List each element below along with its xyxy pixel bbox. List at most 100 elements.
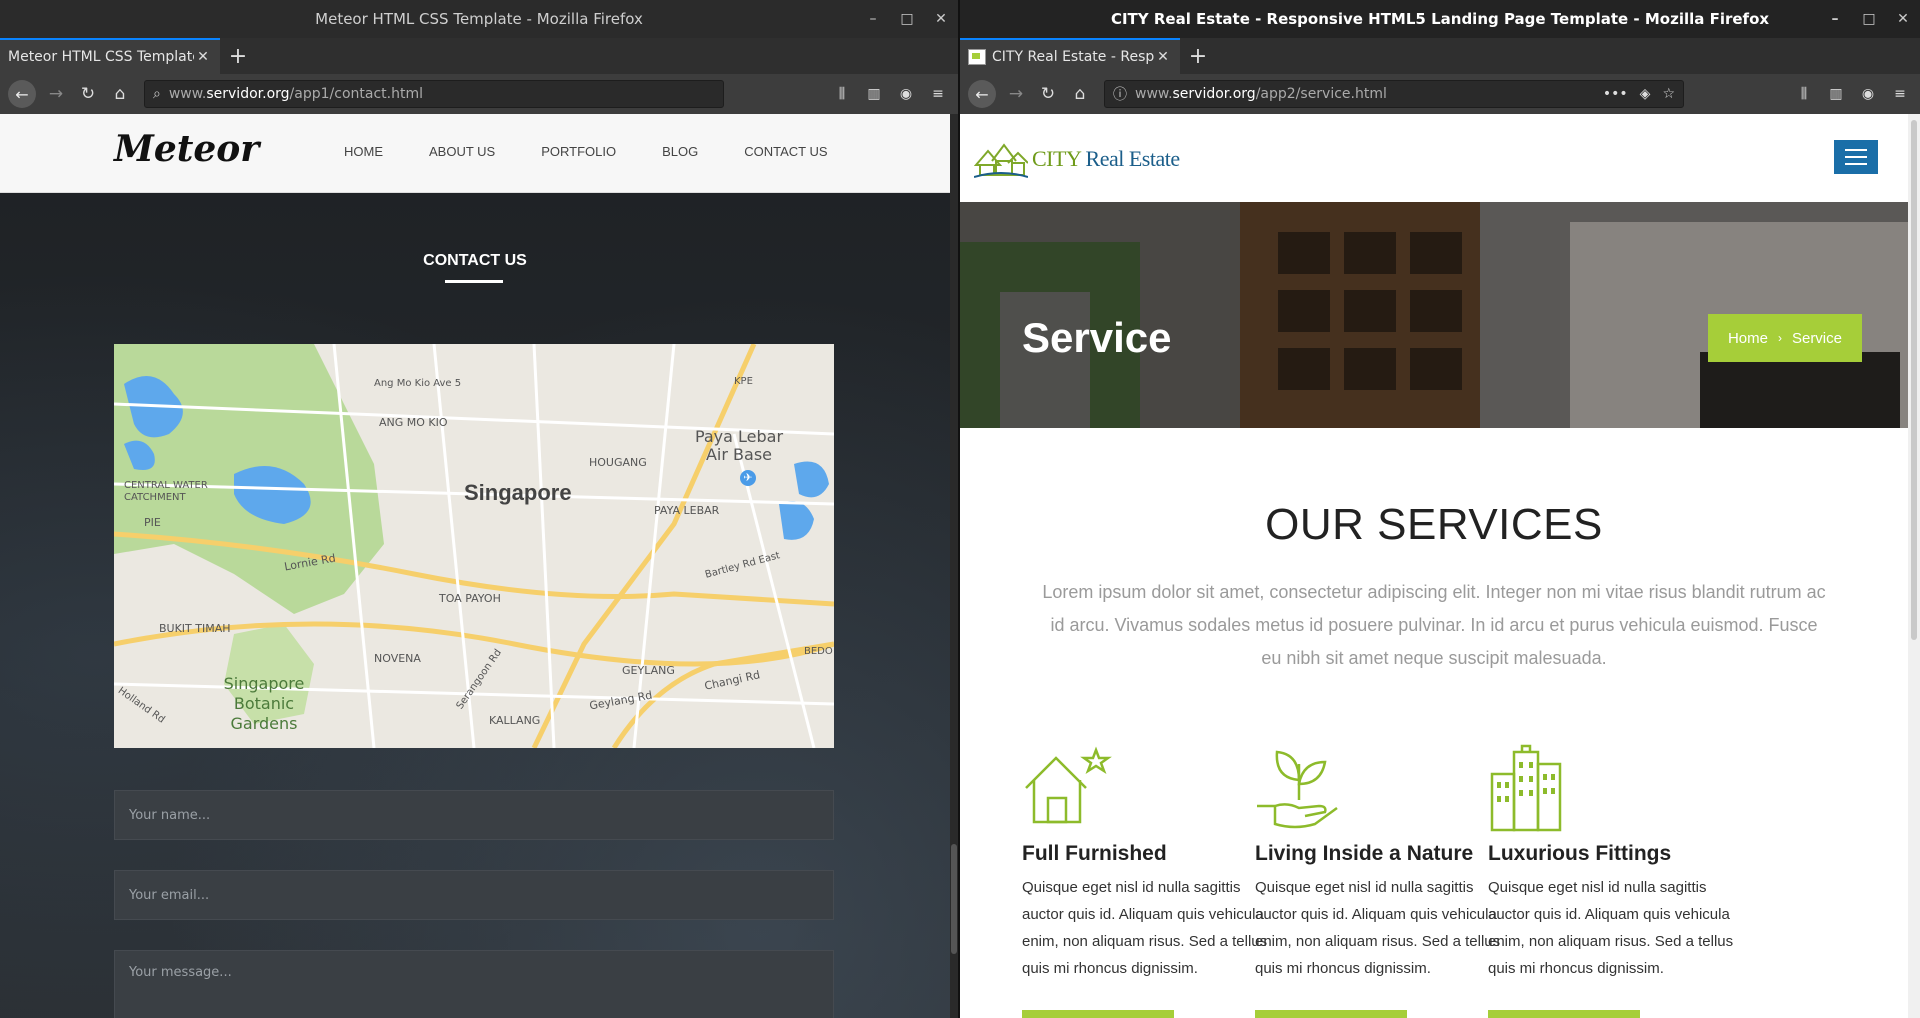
city-page: CITY Real Estate Service Home › Service … [960, 114, 1908, 1018]
maximize-icon[interactable]: □ [1852, 11, 1886, 27]
toolbar-icons: ⫼ ▥ ◉ ≡ [826, 86, 954, 102]
message-field[interactable]: Your message... [114, 950, 834, 1018]
title-underline [445, 280, 503, 283]
window-controls: – □ ✕ [856, 0, 958, 38]
breadcrumb-separator-icon: › [1777, 331, 1782, 345]
sidebar-icon[interactable]: ▥ [1820, 86, 1852, 102]
map-label: PAYA LEBAR [654, 504, 720, 517]
section-title: CONTACT US [423, 252, 527, 269]
forward-arrow-icon[interactable]: → [40, 78, 72, 110]
minimize-icon[interactable]: – [856, 11, 890, 27]
map-label: CENTRAL WATER CATCHMENT [124, 480, 208, 503]
tab-title: CITY Real Estate - Respo [992, 49, 1154, 65]
hamburger-menu-button[interactable] [1834, 140, 1878, 174]
tab-bar: CITY Real Estate - Respo ✕ + [960, 38, 1920, 74]
bookmark-star-icon[interactable]: ☆ [1662, 86, 1675, 102]
more-icon[interactable]: ••• [1603, 86, 1628, 102]
logo-real-estate-text: Real Estate [1080, 146, 1181, 171]
site-logo[interactable]: CITY Real Estate [974, 134, 1180, 184]
account-icon[interactable]: ◉ [890, 86, 922, 102]
hero-banner: Service Home › Service [960, 202, 1908, 428]
site-menu: HOME ABOUT US PORTFOLIO BLOG CONTACT US [344, 144, 828, 159]
info-icon[interactable]: ⓘ [1113, 84, 1127, 104]
service-card: Living Inside a Nature Quisque eget nisl… [1255, 744, 1515, 982]
service-text: Quisque eget nisl id nulla sagittis auct… [1255, 879, 1501, 977]
scrollbar[interactable] [1908, 114, 1920, 1018]
menu-icon[interactable]: ≡ [922, 86, 954, 102]
account-icon[interactable]: ◉ [1852, 86, 1884, 102]
new-tab-icon[interactable]: + [1180, 38, 1216, 74]
nav-bar: ← → ↻ ⌂ ⌕ www. servidor.org/app1/contact.… [0, 74, 958, 115]
map-label: GEYLANG [622, 664, 675, 677]
map-label: Singapore Botanic Gardens [223, 674, 305, 733]
hero-title: Service [1022, 314, 1172, 361]
scrollbar-thumb[interactable] [951, 844, 957, 954]
breadcrumb-home[interactable]: Home [1728, 330, 1768, 347]
map-label: HOUGANG [589, 456, 647, 469]
menu-icon[interactable]: ≡ [1884, 86, 1916, 102]
url-path: /app1/contact.html [289, 86, 423, 102]
close-icon[interactable]: ✕ [1886, 11, 1920, 27]
menu-item-home[interactable]: HOME [344, 144, 383, 159]
url-path: /app2/service.html [1255, 86, 1387, 102]
menu-item-about[interactable]: ABOUT US [429, 144, 495, 159]
scrollbar[interactable] [950, 114, 958, 1018]
toolbar-icons: ⫼ ▥ ◉ ≡ [1788, 86, 1916, 102]
read-more-button[interactable] [1488, 1010, 1640, 1018]
close-icon[interactable]: ✕ [924, 11, 958, 27]
tab-close-icon[interactable]: ✕ [1154, 49, 1172, 65]
map-label: NOVENA [374, 652, 421, 665]
library-icon[interactable]: ⫼ [826, 86, 858, 102]
name-field[interactable]: Your name... [114, 790, 834, 840]
map-label: Ang Mo Kio Ave 5 [374, 378, 462, 389]
map[interactable]: Singapore Ang Mo Kio Ave 5 ANG MO KIO Pa… [114, 344, 834, 748]
home-icon[interactable]: ⌂ [104, 78, 136, 110]
tab-city-real-estate[interactable]: CITY Real Estate - Respo ✕ [960, 38, 1180, 74]
url-bar[interactable]: ⓘ www. servidor.org/app2/service.html •••… [1104, 80, 1684, 108]
map-label: PIE [144, 516, 161, 529]
url-prefix: www. [168, 86, 207, 102]
url-bar[interactable]: ⌕ www. servidor.org/app1/contact.html [144, 80, 724, 108]
site-header: CITY Real Estate [960, 114, 1908, 202]
forward-arrow-icon[interactable]: → [1000, 78, 1032, 110]
menu-item-contact[interactable]: CONTACT US [744, 144, 827, 159]
map-label: KPE [734, 376, 753, 387]
service-title: Luxurious Fittings [1488, 842, 1672, 865]
service-card: Full Furnished Quisque eget nisl id null… [1022, 744, 1282, 982]
minimize-icon[interactable]: – [1818, 11, 1852, 27]
maximize-icon[interactable]: □ [890, 11, 924, 27]
tab-close-icon[interactable]: ✕ [194, 49, 212, 65]
menu-item-portfolio[interactable]: PORTFOLIO [541, 144, 616, 159]
reload-icon[interactable]: ↻ [1032, 78, 1064, 110]
map-label: KALLANG [489, 714, 541, 727]
url-host: servidor.org [206, 86, 290, 102]
title-bar: Meteor HTML CSS Template - Mozilla Firef… [0, 0, 958, 38]
read-more-button[interactable] [1255, 1010, 1407, 1018]
home-icon[interactable]: ⌂ [1064, 78, 1096, 110]
email-field[interactable]: Your email... [114, 870, 834, 920]
pocket-icon[interactable]: ◈ [1640, 86, 1651, 102]
section-description: Lorem ipsum dolor sit amet, consectetur … [1042, 582, 1826, 668]
section-title: OUR SERVICES [1265, 500, 1603, 549]
meteor-page: Meteor HOME ABOUT US PORTFOLIO BLOG CONT… [0, 114, 950, 1018]
tab-meteor[interactable]: Meteor HTML CSS Template ✕ [0, 38, 220, 74]
back-arrow-icon[interactable]: ← [8, 80, 36, 108]
new-tab-icon[interactable]: + [220, 38, 256, 74]
read-more-button[interactable] [1022, 1010, 1174, 1018]
menu-item-blog[interactable]: BLOG [662, 144, 698, 159]
back-arrow-icon[interactable]: ← [968, 80, 996, 108]
map-label: Paya Lebar Air Base [694, 427, 784, 464]
library-icon[interactable]: ⫼ [1788, 86, 1820, 102]
house-star-icon [1025, 746, 1112, 824]
site-logo[interactable]: Meteor [114, 128, 259, 170]
logo-houses-icon [974, 143, 1028, 178]
scrollbar-thumb[interactable] [1911, 120, 1917, 640]
service-text: Quisque eget nisl id nulla sagittis auct… [1488, 879, 1734, 977]
reload-icon[interactable]: ↻ [72, 78, 104, 110]
site-favicon-icon [968, 49, 986, 65]
site-header: Meteor HOME ABOUT US PORTFOLIO BLOG CONT… [0, 114, 950, 193]
window-controls: – □ ✕ [1818, 0, 1920, 38]
sidebar-icon[interactable]: ▥ [858, 86, 890, 102]
search-icon: ⌕ [153, 86, 161, 102]
window-title: CITY Real Estate - Responsive HTML5 Land… [1110, 10, 1770, 28]
